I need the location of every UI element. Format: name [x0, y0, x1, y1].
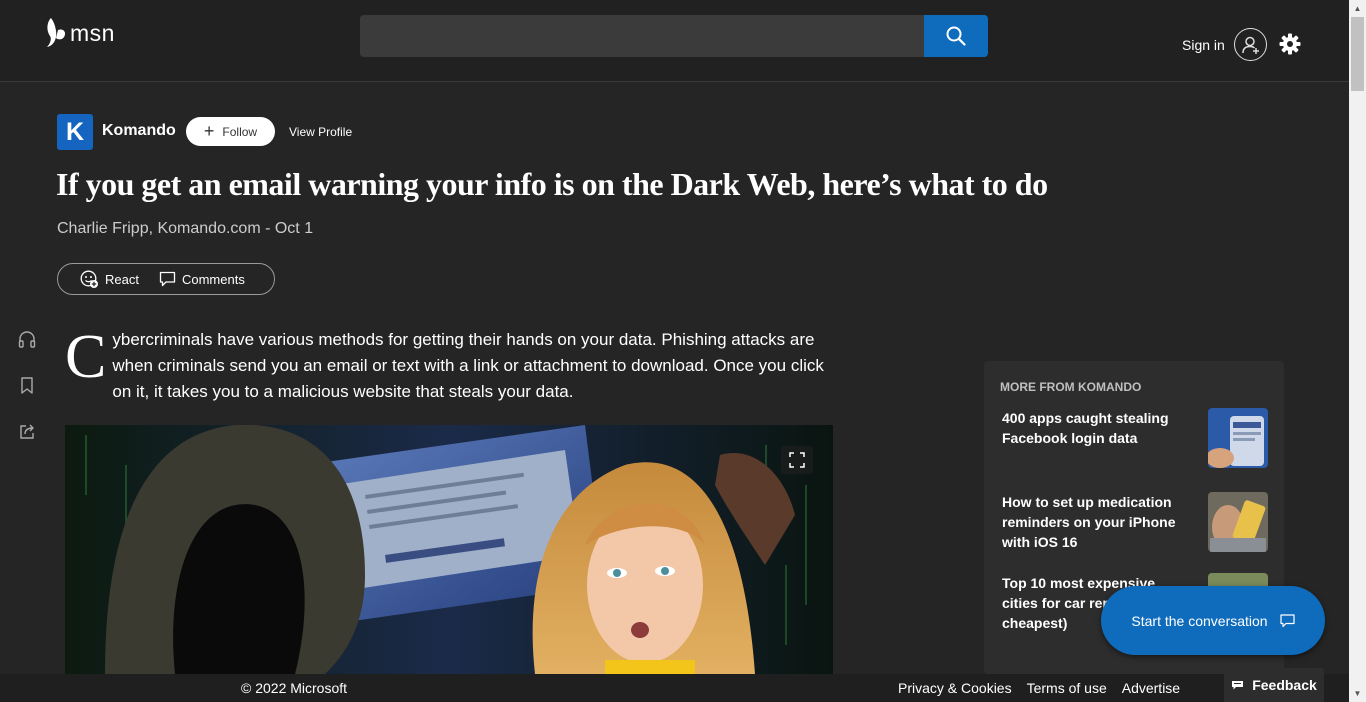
scroll-down-arrow-icon[interactable]: ▼ [1349, 685, 1366, 702]
expand-image-button[interactable] [781, 446, 813, 474]
side-action-rail [18, 330, 36, 441]
scrollbar-thumb[interactable] [1351, 17, 1364, 91]
story-title: 400 apps caught stealing Facebook login … [1002, 410, 1169, 446]
page-scrollbar[interactable]: ▲ ▼ [1349, 0, 1366, 702]
fullscreen-icon [789, 452, 805, 468]
react-emoji-icon [80, 270, 98, 288]
story-thumbnail [1208, 408, 1268, 468]
article-intro: ybercriminals have various methods for g… [112, 330, 824, 401]
follow-button[interactable]: + Follow [186, 117, 275, 146]
top-bar: msn Sign in [0, 0, 1349, 82]
headphones-icon[interactable] [18, 330, 36, 349]
feedback-button[interactable]: Feedback [1224, 668, 1324, 702]
react-button[interactable]: React [80, 270, 139, 289]
hero-illustration [65, 425, 833, 674]
footer-link-terms[interactable]: Terms of use [1027, 680, 1107, 696]
msn-logo[interactable]: msn [44, 16, 115, 50]
react-label: React [105, 271, 139, 287]
article-headline: If you get an email warning your info is… [56, 166, 1048, 202]
drop-cap: C [65, 323, 107, 391]
reaction-bar: React Comments [57, 263, 275, 295]
logo-text: msn [70, 19, 115, 46]
footer-link-privacy[interactable]: Privacy & Cookies [898, 680, 1012, 696]
comments-label: Comments [181, 271, 245, 287]
story-card[interactable]: 400 apps caught stealing Facebook login … [1002, 408, 1282, 468]
article-hero-image[interactable] [65, 425, 833, 674]
article-byline: Charlie Fripp, Komando.com - Oct 1 [57, 220, 314, 237]
scroll-up-arrow-icon[interactable]: ▲ [1349, 0, 1366, 17]
footer: © 2022 Microsoft Privacy & Cookies Terms… [0, 674, 1349, 702]
search-bar[interactable] [360, 15, 988, 57]
settings-button[interactable] [1279, 33, 1301, 60]
butterfly-icon [47, 18, 66, 47]
publisher-logo[interactable]: K [57, 114, 93, 150]
story-title: How to set up medication reminders on yo… [1002, 494, 1176, 550]
more-from-title: MORE FROM KOMANDO [1000, 380, 1142, 394]
bookmark-icon[interactable] [18, 376, 36, 395]
view-profile-link[interactable]: View Profile [289, 125, 352, 139]
search-input[interactable] [360, 15, 924, 57]
story-thumbnail [1208, 492, 1268, 552]
search-icon [946, 26, 966, 46]
publisher-name[interactable]: Komando [102, 122, 176, 140]
article-body: C ybercriminals have various methods for… [65, 323, 837, 405]
user-icon [1241, 36, 1259, 54]
avatar-button[interactable] [1234, 28, 1267, 61]
feedback-icon [1232, 681, 1244, 690]
gear-icon [1279, 33, 1301, 55]
feedback-label: Feedback [1252, 677, 1317, 693]
footer-link-advertise[interactable]: Advertise [1122, 680, 1180, 696]
sign-in-link[interactable]: Sign in [1182, 37, 1225, 53]
comments-button[interactable]: Comments [159, 271, 245, 287]
start-conversation-label: Start the conversation [1131, 612, 1268, 629]
chat-bubble-icon [1279, 613, 1295, 627]
share-icon[interactable] [18, 422, 36, 441]
footer-links: Privacy & Cookies Terms of use Advertise [898, 680, 1180, 696]
story-card[interactable]: How to set up medication reminders on yo… [1002, 492, 1282, 552]
start-conversation-button[interactable]: Start the conversation [1101, 586, 1325, 655]
plus-icon: + [203, 120, 215, 141]
follow-label: Follow [222, 124, 258, 139]
copyright: © 2022 Microsoft [241, 680, 348, 696]
search-button[interactable] [924, 15, 988, 57]
comment-icon [159, 271, 176, 287]
